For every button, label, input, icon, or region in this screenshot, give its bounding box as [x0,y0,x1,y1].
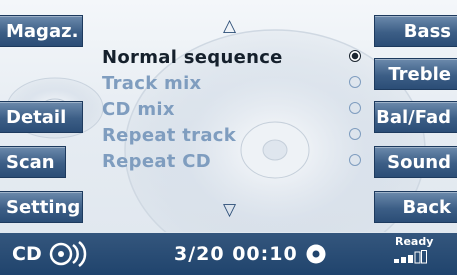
magazine-button[interactable]: Magaz. [0,15,83,47]
list-item-label: CD mix [102,98,175,120]
list-item-cd-mix[interactable]: CD mix [102,96,372,122]
cd-icon [49,241,87,267]
detail-button[interactable]: Detail [0,101,83,133]
scan-button[interactable]: Scan [0,146,66,178]
radio-empty-icon [349,76,361,88]
scroll-down-arrow-icon[interactable]: ▽ [223,200,236,220]
back-button[interactable]: Back [374,191,457,223]
setting-button-label: Setting [6,196,81,218]
list-item-repeat-track[interactable]: Repeat track [102,122,372,148]
track-time-readout: 3/20 00:10 [174,243,298,265]
list-item-label: Normal sequence [102,46,283,68]
back-button-label: Back [402,196,451,218]
list-item-label: Repeat CD [102,150,212,172]
radio-selected-icon [349,50,361,62]
treble-button[interactable]: Treble [374,58,457,90]
setting-button[interactable]: Setting [0,191,83,223]
radio-empty-icon [349,102,361,114]
scroll-up-arrow-icon[interactable]: △ [223,16,236,36]
magazine-button-label: Magaz. [6,20,79,42]
signal-strength-icon [394,250,427,264]
sound-button-label: Sound [387,151,451,173]
list-item-label: Track mix [102,72,202,94]
balance-fader-button-label: Bal/Fad [376,106,451,128]
bass-button[interactable]: Bass [374,15,457,47]
list-item-label: Repeat track [102,124,237,146]
source-label: CD [12,243,42,265]
list-item-normal-sequence[interactable]: Normal sequence [102,44,372,70]
detail-button-label: Detail [6,106,67,128]
list-item-track-mix[interactable]: Track mix [102,70,372,96]
status-bar: CD 3/20 00:10 Ready [0,233,457,275]
play-disc-icon [306,244,326,264]
scan-button-label: Scan [6,151,55,173]
bass-button-label: Bass [403,20,451,42]
playback-mode-list: Normal sequence Track mix CD mix Repeat … [102,44,372,174]
sound-button[interactable]: Sound [374,146,457,178]
balance-fader-button[interactable]: Bal/Fad [374,101,457,133]
cd-settings-screen: Magaz. Detail Scan Setting Bass Treble B… [0,0,457,275]
radio-empty-icon [349,128,361,140]
ready-label: Ready [395,235,434,248]
radio-empty-icon [349,154,361,166]
list-item-repeat-cd[interactable]: Repeat CD [102,148,372,174]
treble-button-label: Treble [388,63,451,85]
